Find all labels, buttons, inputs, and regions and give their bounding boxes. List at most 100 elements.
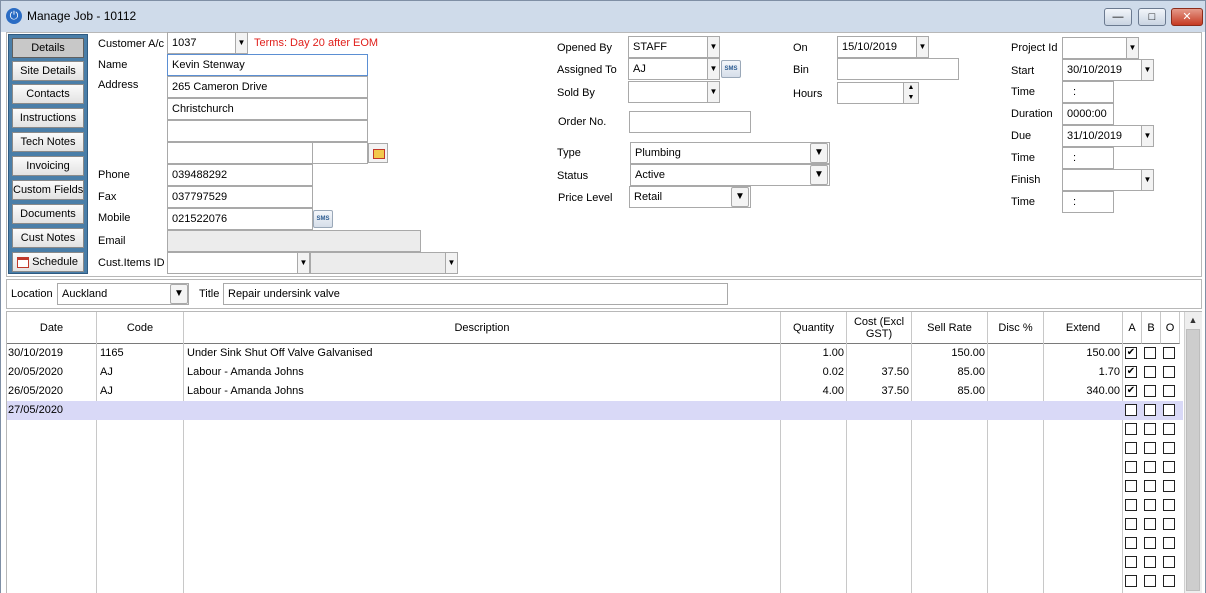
- column-header-a[interactable]: A: [1123, 312, 1142, 344]
- maximize-button[interactable]: □: [1138, 8, 1166, 26]
- checkbox-b[interactable]: [1144, 575, 1156, 587]
- checkbox-b[interactable]: [1144, 404, 1156, 416]
- cell-quantity[interactable]: 0.02: [781, 363, 847, 382]
- cell-sell-rate[interactable]: [912, 401, 988, 420]
- assigned-to-dropdown-icon[interactable]: ▼: [707, 58, 720, 80]
- start-date-field[interactable]: 30/10/2019: [1062, 59, 1142, 81]
- customer-account-dropdown-icon[interactable]: ▼: [235, 32, 248, 54]
- cell-code[interactable]: AJ: [100, 382, 185, 401]
- map-icon[interactable]: [368, 143, 388, 163]
- nav-tech-notes-button[interactable]: Tech Notes: [12, 132, 84, 152]
- column-header-o[interactable]: O: [1161, 312, 1180, 344]
- sold-by-field[interactable]: [628, 81, 709, 103]
- price-level-dropdown-icon[interactable]: ▼: [731, 187, 749, 207]
- checkbox-a[interactable]: [1125, 404, 1137, 416]
- title-bar[interactable]: [0, 0, 1206, 32]
- checkbox-b[interactable]: [1144, 499, 1156, 511]
- customer-account-field[interactable]: 1037: [167, 32, 237, 54]
- cell-date[interactable]: 30/10/2019: [8, 344, 98, 363]
- duration-field[interactable]: 0000:00: [1062, 103, 1114, 125]
- checkbox-b[interactable]: [1144, 442, 1156, 454]
- cell-extend[interactable]: 340.00: [1044, 382, 1123, 401]
- table-row[interactable]: 20/05/2020 AJ Labour - Amanda Johns 0.02 37.…: [7, 363, 1183, 382]
- checkbox-b[interactable]: [1144, 480, 1156, 492]
- address-line2-field[interactable]: Christchurch: [167, 98, 368, 120]
- opened-on-date-field[interactable]: 15/10/2019: [837, 36, 917, 58]
- cell-quantity[interactable]: [781, 401, 847, 420]
- cell-description[interactable]: Labour - Amanda Johns: [187, 382, 782, 401]
- cell-disc[interactable]: [988, 382, 1044, 401]
- scrollbar-thumb[interactable]: [1186, 329, 1200, 591]
- mobile-field[interactable]: 021522076: [167, 208, 313, 230]
- checkbox-o[interactable]: [1163, 347, 1175, 359]
- checkbox-b[interactable]: [1144, 366, 1156, 378]
- checkbox-a[interactable]: [1125, 461, 1137, 473]
- nav-custom-fields-button[interactable]: Custom Fields: [12, 180, 84, 200]
- bin-field[interactable]: [837, 58, 959, 80]
- type-dropdown-icon[interactable]: ▼: [810, 143, 828, 163]
- checkbox-a[interactable]: [1125, 442, 1137, 454]
- cell-cost[interactable]: [847, 401, 912, 420]
- hours-field[interactable]: [837, 82, 905, 104]
- checkbox-o[interactable]: [1163, 499, 1175, 511]
- checkbox-o[interactable]: [1163, 461, 1175, 473]
- sold-by-dropdown-icon[interactable]: ▼: [707, 81, 720, 103]
- opened-by-field[interactable]: STAFF: [628, 36, 709, 58]
- nav-schedule-button[interactable]: Schedule: [12, 252, 84, 272]
- checkbox-b[interactable]: [1144, 556, 1156, 568]
- cell-extend[interactable]: 1.70: [1044, 363, 1123, 382]
- due-date-field[interactable]: 31/10/2019: [1062, 125, 1142, 147]
- checkbox-b[interactable]: [1144, 423, 1156, 435]
- email-field[interactable]: [167, 230, 421, 252]
- cell-code[interactable]: AJ: [100, 363, 185, 382]
- nav-details-button[interactable]: Details: [12, 38, 84, 58]
- cell-description[interactable]: Under Sink Shut Off Valve Galvanised: [187, 344, 782, 363]
- start-date-dropdown-icon[interactable]: ▼: [1141, 59, 1154, 81]
- cell-date[interactable]: 20/05/2020: [8, 363, 98, 382]
- minimize-button[interactable]: —: [1104, 8, 1132, 26]
- checkbox-b[interactable]: [1144, 518, 1156, 530]
- cust-items-dropdown-icon[interactable]: ▼: [297, 252, 310, 274]
- start-time-field[interactable]: :: [1062, 81, 1114, 103]
- address-line1-field[interactable]: 265 Cameron Drive: [167, 76, 368, 98]
- nav-instructions-button[interactable]: Instructions: [12, 108, 84, 128]
- nav-invoicing-button[interactable]: Invoicing: [12, 156, 84, 176]
- checkbox-b[interactable]: [1144, 537, 1156, 549]
- cust-items-desc-dropdown-icon[interactable]: ▼: [445, 252, 458, 274]
- checkbox-b[interactable]: [1144, 347, 1156, 359]
- checkbox-o[interactable]: [1163, 575, 1175, 587]
- checkbox-a[interactable]: [1125, 518, 1137, 530]
- cell-sell-rate[interactable]: 85.00: [912, 363, 988, 382]
- checkbox-a[interactable]: [1125, 575, 1137, 587]
- cell-cost[interactable]: 37.50: [847, 363, 912, 382]
- column-header-extend[interactable]: Extend: [1044, 312, 1123, 344]
- table-row[interactable]: 27/05/2020: [7, 401, 1183, 420]
- cell-cost[interactable]: [847, 344, 912, 363]
- assigned-to-field[interactable]: AJ: [628, 58, 709, 80]
- address-city-field[interactable]: [167, 142, 313, 164]
- column-header-b[interactable]: B: [1142, 312, 1161, 344]
- order-no-field[interactable]: [629, 111, 751, 133]
- column-header-date[interactable]: Date: [7, 312, 97, 344]
- type-select[interactable]: Plumbing: [630, 142, 830, 164]
- table-row[interactable]: 26/05/2020 AJ Labour - Amanda Johns 4.00 37.…: [7, 382, 1183, 401]
- fax-field[interactable]: 037797529: [167, 186, 313, 208]
- cell-date[interactable]: 27/05/2020: [8, 401, 98, 420]
- status-select[interactable]: Active: [630, 164, 830, 186]
- checkbox-b[interactable]: [1144, 461, 1156, 473]
- hours-spinner-icon[interactable]: ▲ ▼: [903, 82, 919, 104]
- checkbox-a[interactable]: [1125, 556, 1137, 568]
- address-postcode-field[interactable]: [312, 142, 368, 164]
- nav-cust-notes-button[interactable]: Cust Notes: [12, 228, 84, 248]
- cell-disc[interactable]: [988, 344, 1044, 363]
- phone-field[interactable]: 039488292: [167, 164, 313, 186]
- checkbox-a[interactable]: [1125, 537, 1137, 549]
- location-dropdown-icon[interactable]: ▼: [170, 284, 188, 304]
- due-date-dropdown-icon[interactable]: ▼: [1141, 125, 1154, 147]
- column-header-sell-rate[interactable]: Sell Rate: [912, 312, 988, 344]
- checkbox-o[interactable]: [1163, 385, 1175, 397]
- column-header-code[interactable]: Code: [97, 312, 184, 344]
- column-header-description[interactable]: Description: [184, 312, 781, 344]
- nav-documents-button[interactable]: Documents: [12, 204, 84, 224]
- name-field[interactable]: Kevin Stenway: [167, 54, 368, 76]
